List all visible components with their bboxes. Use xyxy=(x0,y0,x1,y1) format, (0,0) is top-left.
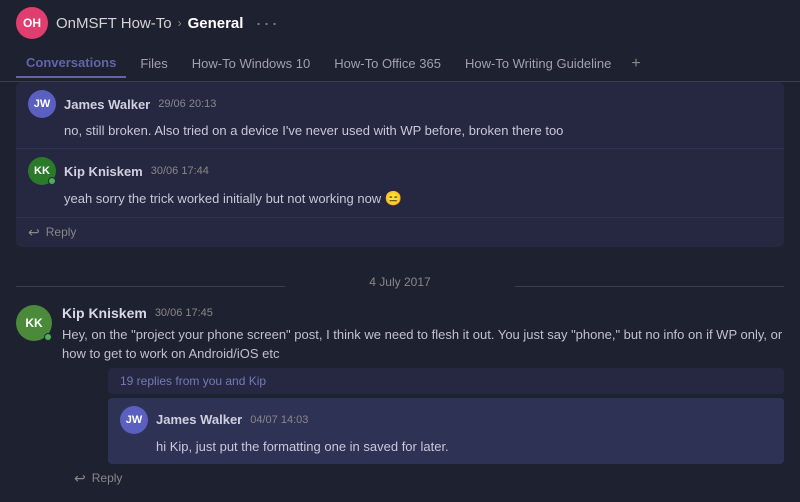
emoji-icon: 😑 xyxy=(385,189,402,209)
kip-name: Kip Kniskem xyxy=(62,305,147,321)
header-title: OnMSFT How-To › General ··· xyxy=(56,13,279,34)
tab-files[interactable]: Files xyxy=(130,50,177,77)
nested-reply: JW James Walker 04/07 14:03 hi Kip, just… xyxy=(108,398,784,464)
reply-button-kip[interactable]: ↩ Reply xyxy=(62,464,784,493)
date-separator-july4: 4 July 2017 xyxy=(16,259,784,297)
replies-count[interactable]: 19 replies from you and Kip xyxy=(108,368,784,394)
breadcrumb-chevron: › xyxy=(178,16,182,30)
thread-message-1: JW James Walker 29/06 20:13 no, still br… xyxy=(16,82,784,149)
nested-header: JW James Walker 04/07 14:03 xyxy=(120,406,772,434)
header: OH OnMSFT How-To › General ··· xyxy=(0,0,800,46)
nested-time: 04/07 14:03 xyxy=(250,414,308,426)
nested-body: hi Kip, just put the formatting one in s… xyxy=(156,438,772,456)
thread-box-june: JW James Walker 29/06 20:13 no, still br… xyxy=(16,82,784,247)
online-indicator-kip xyxy=(44,333,52,341)
avatar-kip-main: KK xyxy=(16,305,52,341)
main-msg-content-kip: Kip Kniskem 30/06 17:45 Hey, on the "pro… xyxy=(62,305,784,493)
online-indicator xyxy=(48,177,56,185)
tabs-bar: Conversations Files How-To Windows 10 Ho… xyxy=(0,46,800,82)
msg-time-2: 30/06 17:44 xyxy=(151,165,209,177)
reply-button-1[interactable]: ↩ Reply xyxy=(16,218,784,247)
conversations-content: JW James Walker 29/06 20:13 no, still br… xyxy=(0,82,800,502)
tab-how-to-windows[interactable]: How-To Windows 10 xyxy=(182,50,321,77)
reply-icon-kip: ↩ xyxy=(74,470,86,487)
kip-body: Hey, on the "project your phone screen" … xyxy=(62,325,784,364)
msg-time-1: 29/06 20:13 xyxy=(158,98,216,110)
msg-body-1: no, still broken. Also tried on a device… xyxy=(64,122,772,140)
team-name: OnMSFT How-To xyxy=(56,15,172,32)
nested-name: James Walker xyxy=(156,412,242,427)
add-tab-button[interactable]: + xyxy=(625,55,646,73)
main-message-kip: KK Kip Kniskem 30/06 17:45 Hey, on the "… xyxy=(16,297,784,493)
main-msg-header-kip: Kip Kniskem 30/06 17:45 xyxy=(62,305,784,321)
msg-name-2: Kip Kniskem xyxy=(64,164,143,179)
avatar-kip-1: KK xyxy=(28,157,56,185)
tab-conversations[interactable]: Conversations xyxy=(16,49,126,78)
avatar-james-nested: JW xyxy=(120,406,148,434)
thread-message-2: KK Kip Kniskem 30/06 17:44 yeah sorry th… xyxy=(16,149,784,218)
msg-header-1: JW James Walker 29/06 20:13 xyxy=(28,90,772,118)
more-options-dots[interactable]: ··· xyxy=(255,13,279,34)
reply-icon-1: ↩ xyxy=(28,224,40,241)
tab-how-to-office[interactable]: How-To Office 365 xyxy=(324,50,451,77)
tab-writing-guideline[interactable]: How-To Writing Guideline xyxy=(455,50,621,77)
msg-header-2: KK Kip Kniskem 30/06 17:44 xyxy=(28,157,772,185)
msg-name-1: James Walker xyxy=(64,97,150,112)
msg-body-2: yeah sorry the trick worked initially bu… xyxy=(64,189,772,209)
kip-time: 30/06 17:45 xyxy=(155,307,213,319)
avatar-james-1: JW xyxy=(28,90,56,118)
team-avatar: OH xyxy=(16,7,48,39)
channel-name: General xyxy=(188,15,244,32)
